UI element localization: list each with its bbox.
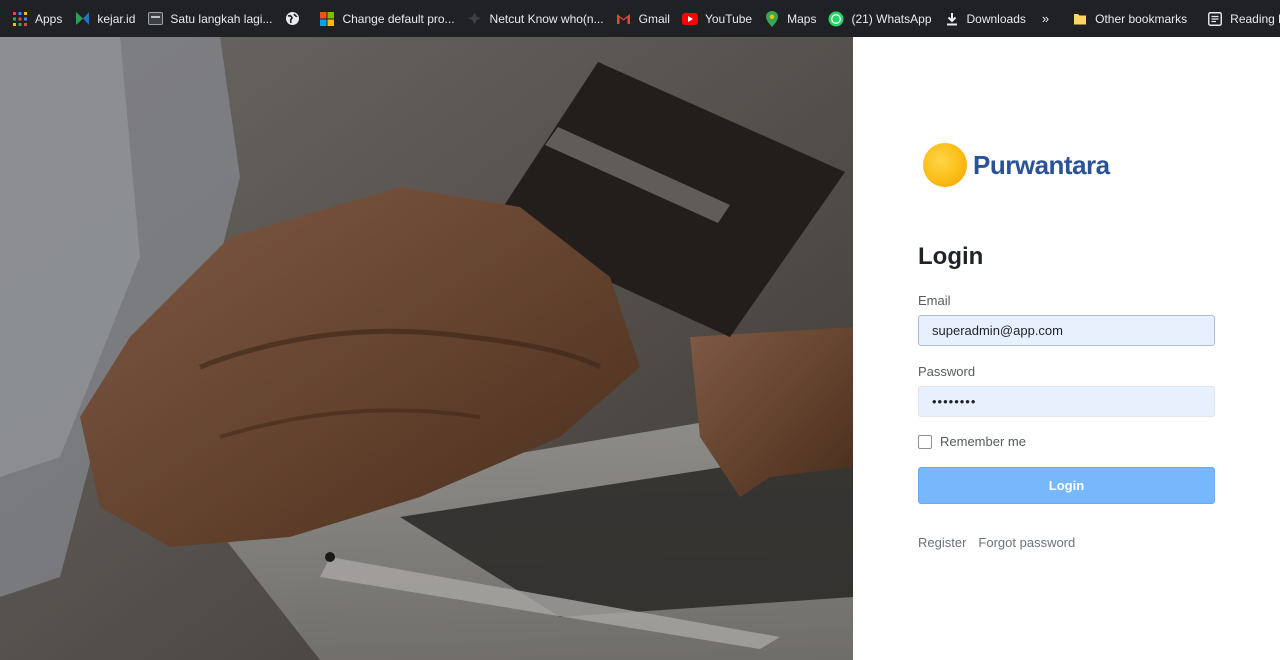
brand-logo: Purwantara bbox=[923, 143, 1110, 187]
hero-photo-illustration bbox=[0, 37, 853, 660]
forgot-password-link[interactable]: Forgot password bbox=[978, 535, 1075, 550]
bookmark-label: Reading list bbox=[1230, 11, 1280, 26]
register-link[interactable]: Register bbox=[918, 535, 966, 550]
bookmark-label: Downloads bbox=[966, 11, 1026, 26]
bookmark-label: (21) WhatsApp bbox=[851, 11, 932, 26]
bookmark-label: Other bookmarks bbox=[1095, 11, 1188, 26]
folder-icon bbox=[1072, 11, 1088, 27]
remember-me-checkbox[interactable] bbox=[918, 434, 932, 449]
bookmark-gmail[interactable]: Gmail bbox=[610, 6, 676, 32]
bookmark-netcut[interactable]: Netcut Know who(n... bbox=[461, 6, 610, 32]
bookmark-other[interactable]: Other bookmarks bbox=[1066, 6, 1193, 32]
page-thumbnail-icon bbox=[147, 11, 163, 27]
bookmark-youtube[interactable]: YouTube bbox=[676, 6, 758, 32]
bookmark-kejar[interactable]: kejar.id bbox=[68, 6, 141, 32]
apps-grid-icon bbox=[12, 11, 28, 27]
bookmark-label: Satu langkah lagi... bbox=[170, 11, 273, 26]
microsoft-icon bbox=[319, 11, 335, 27]
bookmarks-overflow-button[interactable]: » bbox=[1032, 6, 1058, 32]
password-field[interactable]: •••••••• bbox=[918, 386, 1215, 417]
bookmark-maps[interactable]: Maps bbox=[758, 6, 822, 32]
bookmark-label: Gmail bbox=[638, 11, 670, 26]
youtube-icon bbox=[681, 11, 698, 27]
hero-image bbox=[0, 37, 853, 660]
gmail-icon bbox=[616, 11, 632, 27]
email-label: Email bbox=[918, 293, 951, 308]
page-title: Login bbox=[918, 243, 984, 270]
sun-logo-icon bbox=[923, 143, 967, 187]
password-label: Password bbox=[918, 364, 976, 379]
remember-me-label: Remember me bbox=[940, 434, 1026, 449]
bookmark-label: Change default pro... bbox=[342, 11, 455, 26]
chevron-double-right-icon: » bbox=[1041, 11, 1049, 26]
bookmark-change-default[interactable]: Change default pro... bbox=[313, 6, 460, 32]
reading-list-button[interactable]: Reading list bbox=[1201, 6, 1280, 32]
whatsapp-icon bbox=[828, 11, 844, 27]
login-panel: Purwantara Login Email superadmin@app.co… bbox=[853, 37, 1280, 660]
bookmark-label: Netcut Know who(n... bbox=[489, 11, 604, 26]
brand-name: Purwantara bbox=[973, 149, 1110, 180]
kejar-icon bbox=[74, 11, 90, 27]
bookmark-globe[interactable] bbox=[278, 6, 313, 32]
bookmark-label: kejar.id bbox=[97, 11, 136, 26]
download-icon bbox=[944, 11, 960, 27]
bookmark-satu-langkah[interactable]: Satu langkah lagi... bbox=[141, 6, 278, 32]
bookmark-downloads[interactable]: Downloads bbox=[938, 6, 1032, 32]
auth-links: Register Forgot password bbox=[918, 535, 1087, 550]
reading-list-icon bbox=[1207, 11, 1223, 27]
bookmark-label: Maps bbox=[787, 11, 817, 26]
remember-me-row[interactable]: Remember me bbox=[918, 434, 1026, 449]
bookmark-label: YouTube bbox=[704, 11, 753, 26]
maps-pin-icon bbox=[764, 10, 780, 27]
bookmark-whatsapp[interactable]: (21) WhatsApp bbox=[822, 6, 937, 32]
bookmarks-bar: Apps kejar.id Satu langkah lagi... Chang… bbox=[0, 0, 1280, 37]
email-field[interactable]: superadmin@app.com bbox=[918, 315, 1215, 346]
netcut-icon bbox=[467, 11, 483, 27]
bookmark-apps[interactable]: Apps bbox=[6, 6, 68, 32]
globe-icon bbox=[284, 11, 300, 27]
bookmark-label: Apps bbox=[35, 11, 63, 26]
login-button[interactable]: Login bbox=[918, 467, 1215, 504]
